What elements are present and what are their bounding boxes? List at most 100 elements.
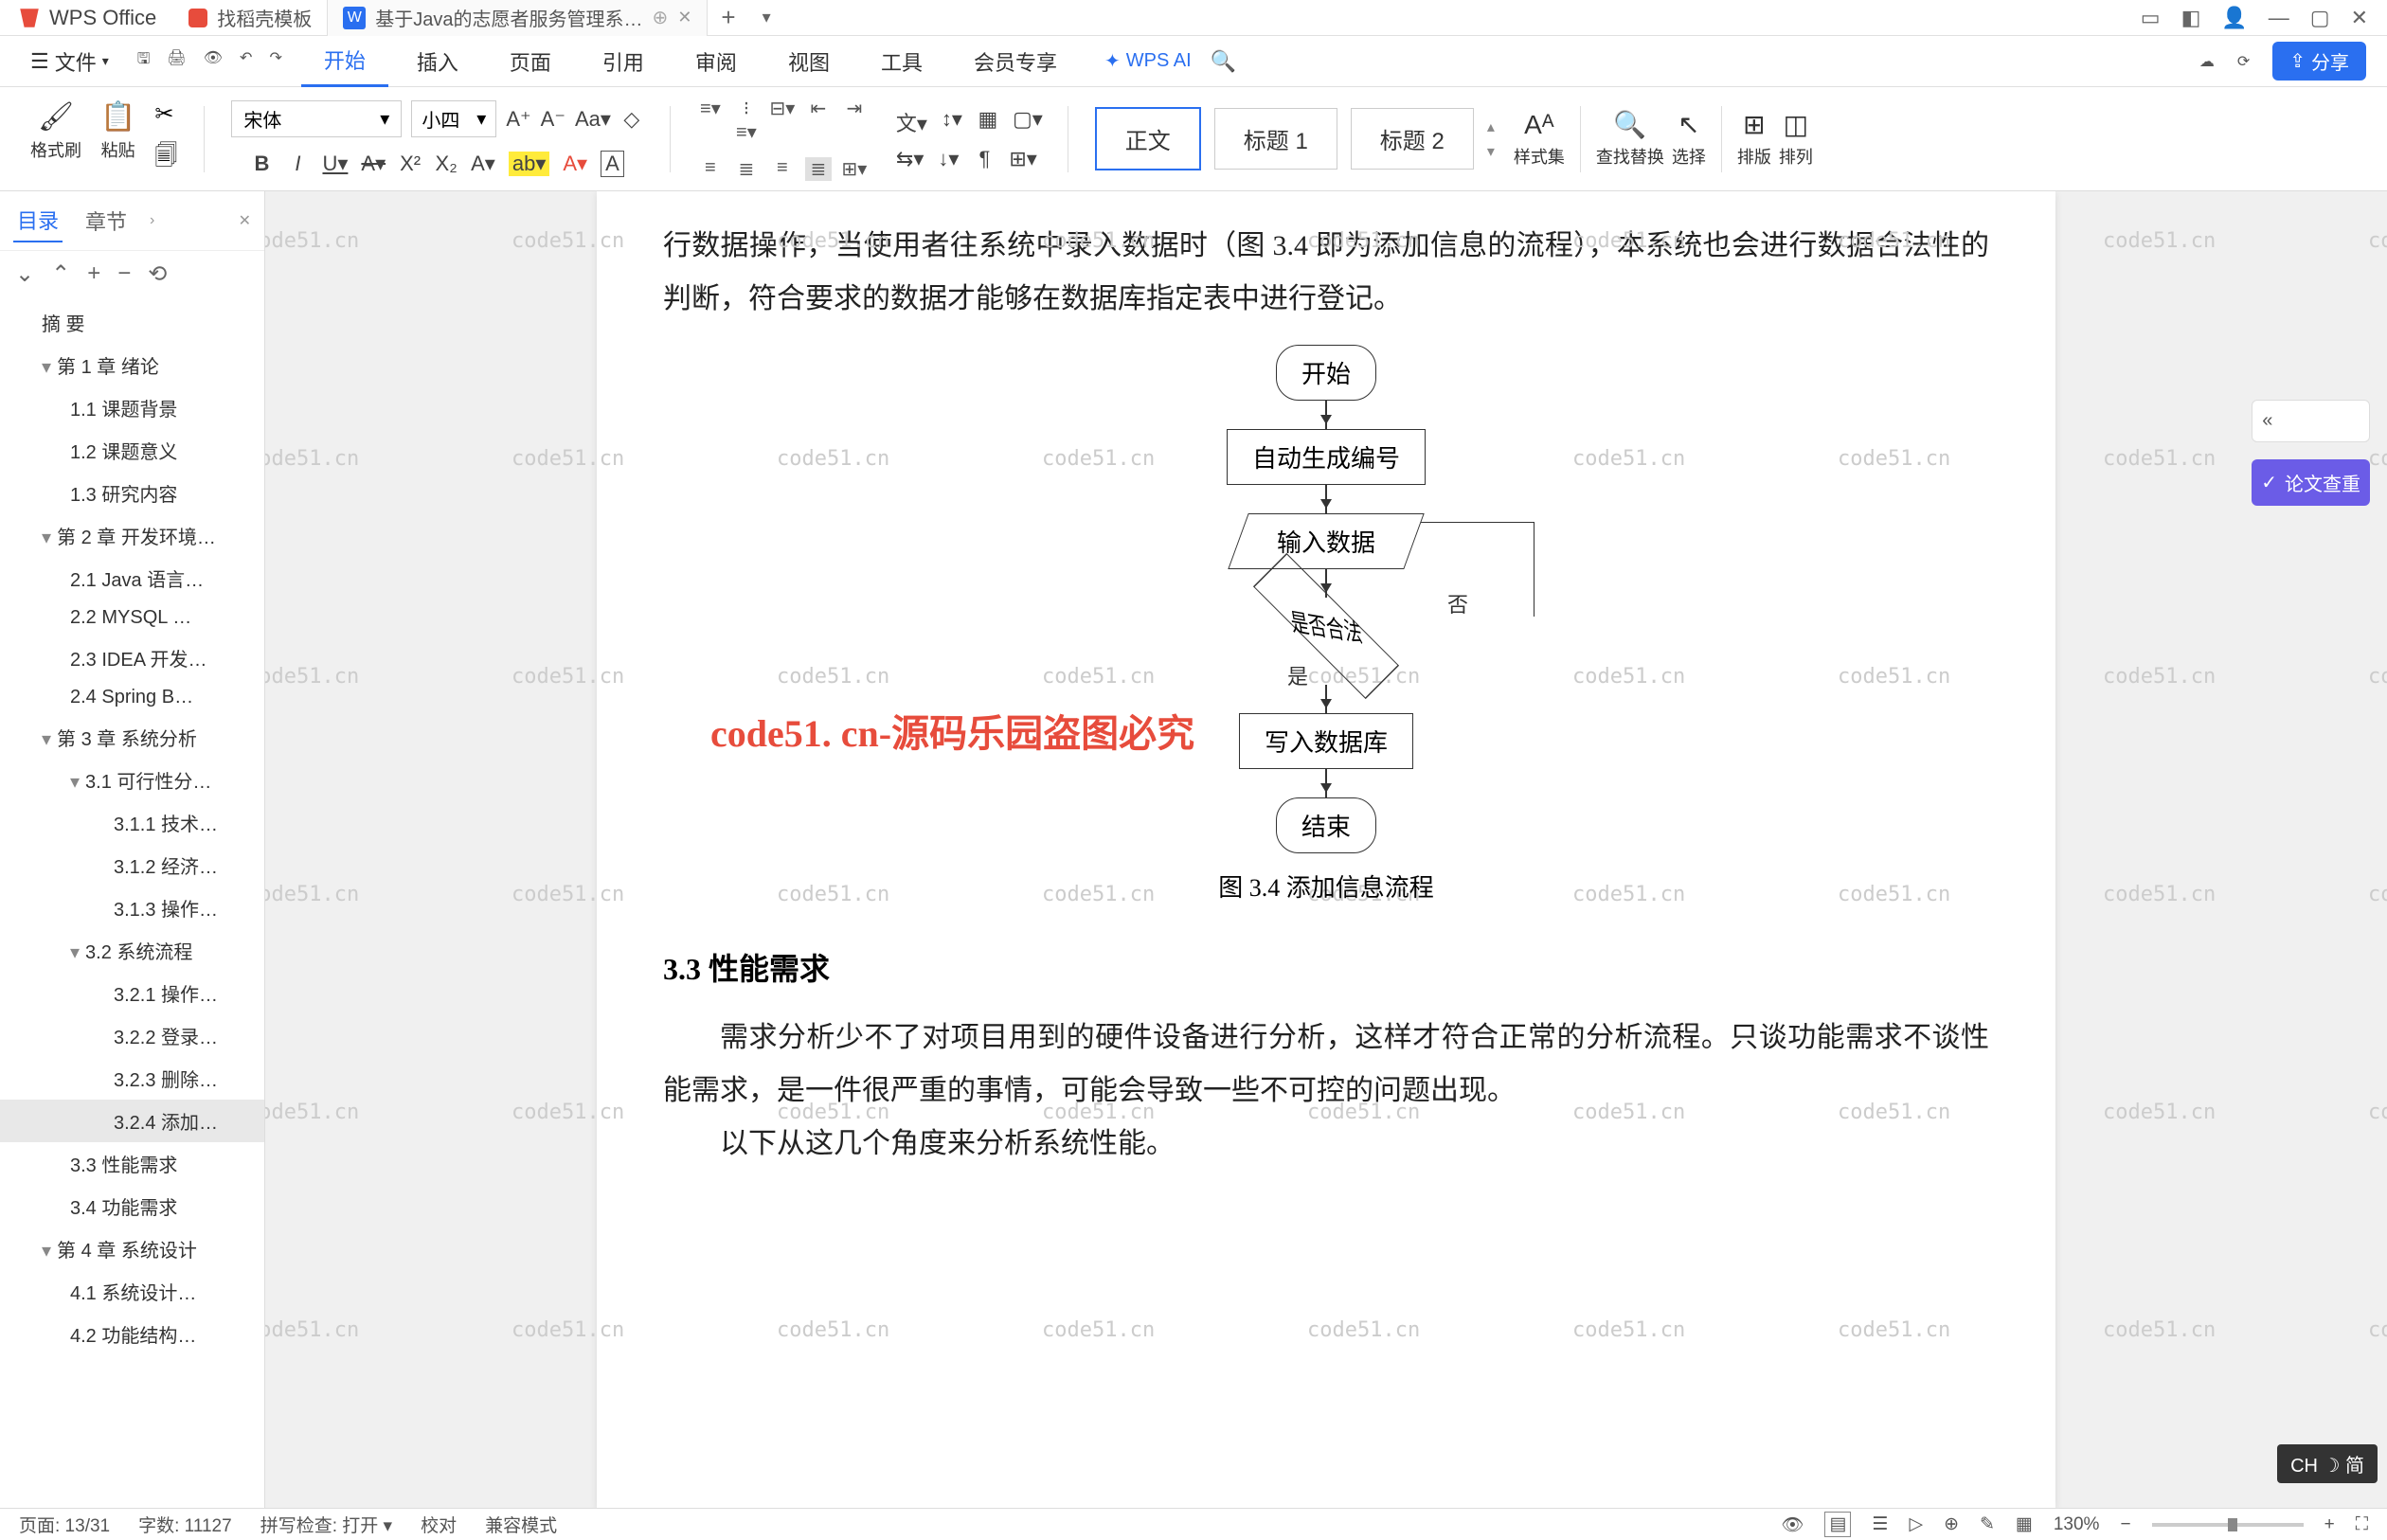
ime-indicator[interactable]: CH ☽ 简 (2277, 1444, 2378, 1483)
outline-item[interactable]: 3.2.4 添加… (0, 1100, 264, 1142)
outline-item[interactable]: ▾3.1 可行性分… (0, 759, 264, 801)
outline-item[interactable]: 3.3 性能需求 (0, 1142, 264, 1185)
font-color-button[interactable]: A▾ (471, 152, 495, 176)
menu-tab-reference[interactable]: 引用 (580, 36, 667, 87)
outline-item[interactable]: 4.1 系统设计… (0, 1270, 264, 1313)
outline-item[interactable]: 3.2.1 操作… (0, 972, 264, 1014)
superscript-button[interactable]: X² (399, 152, 422, 176)
line-spacing-icon[interactable]: ↕▾ (941, 107, 963, 137)
tab-dropdown-icon[interactable]: ▾ (749, 8, 784, 27)
select-button[interactable]: ↖ 选择 (1672, 109, 1706, 169)
outline-view-icon[interactable]: ☰ (1872, 1513, 1888, 1535)
bold-button[interactable]: B (250, 152, 273, 176)
search-icon[interactable]: 🔍 (1211, 49, 1236, 74)
remove-icon[interactable]: − (117, 260, 131, 288)
word-count[interactable]: 字数: 11127 (138, 1512, 232, 1537)
web-view-icon[interactable]: ⊕ (1944, 1513, 1959, 1535)
link-icon[interactable]: ⟲ (148, 260, 167, 288)
preview-icon[interactable]: 👁 (204, 48, 223, 74)
subscript-button[interactable]: X₂ (435, 152, 458, 176)
style-scroll-up-icon[interactable]: ▴ (1487, 117, 1495, 136)
style-body[interactable]: 正文 (1095, 107, 1201, 170)
proofing-status[interactable]: 校对 (421, 1512, 457, 1537)
increase-size-icon[interactable]: A⁺ (506, 107, 530, 132)
zoom-out-icon[interactable]: − (2120, 1514, 2130, 1535)
tab-current-document[interactable]: W 基于Java的志愿者服务管理系… ⊕ ✕ (328, 0, 708, 36)
avatar-icon[interactable]: 👤 (2221, 6, 2247, 30)
font-size-select[interactable]: 小四▾ (411, 100, 496, 137)
cloud-icon[interactable]: ☁ (2199, 52, 2215, 71)
print-icon[interactable]: 🖨 (167, 48, 186, 74)
outline-item[interactable]: 3.1.2 经济… (0, 844, 264, 886)
cube-icon[interactable]: ◧ (2181, 6, 2201, 30)
read-view-icon[interactable]: ▷ (1909, 1513, 1923, 1535)
wps-ai-button[interactable]: ✦ WPS AI (1104, 49, 1192, 73)
outline-item[interactable]: ▾第 3 章 系统分析 (0, 716, 264, 759)
distribute-icon[interactable]: ⊞▾ (841, 157, 868, 181)
outline-item[interactable]: 3.2.2 登录… (0, 1014, 264, 1057)
align-center-icon[interactable]: ≣ (733, 157, 760, 181)
share-button[interactable]: ⇪ 分享 (2272, 42, 2366, 81)
outline-item[interactable]: 2.4 Spring B… (0, 679, 264, 716)
layout-view-icon[interactable]: ▦ (2016, 1513, 2033, 1535)
cut-icon[interactable]: ✂ (154, 100, 177, 128)
italic-button[interactable]: I (286, 152, 309, 176)
font-family-select[interactable]: 宋体▾ (231, 100, 402, 137)
align-right-icon[interactable]: ≡ (769, 157, 796, 181)
underline-button[interactable]: U▾ (322, 152, 348, 176)
undo-icon[interactable]: ↶ (240, 48, 252, 74)
bullet-list-icon[interactable]: ≡▾ (697, 97, 724, 144)
expand-icon[interactable]: ⌃ (51, 260, 70, 288)
outline-item[interactable]: 3.1.1 技术… (0, 801, 264, 844)
style-scroll-down-icon[interactable]: ▾ (1487, 142, 1495, 161)
file-menu-button[interactable]: ☰ 文件 ▾ (21, 46, 118, 77)
outline-item[interactable]: 摘 要 (0, 301, 264, 344)
spell-check-status[interactable]: 拼写检查: 打开 ▾ (260, 1512, 392, 1537)
layout-icon[interactable]: ▭ (2141, 6, 2161, 30)
page-indicator[interactable]: 页面: 13/31 (19, 1512, 110, 1537)
zoom-slider[interactable] (2152, 1523, 2304, 1527)
sort-icon[interactable]: ↓▾ (937, 147, 960, 171)
outline-item[interactable]: ▾第 1 章 绪论 (0, 344, 264, 386)
shading-icon[interactable]: ▦ (977, 107, 999, 137)
document-area[interactable]: code51.cncode51.cncode51.cncode51.cncode… (265, 191, 2387, 1508)
menu-tab-member[interactable]: 会员专享 (951, 36, 1080, 87)
text-direction-icon[interactable]: 文▾ (896, 107, 927, 137)
tab-stop-icon[interactable]: ⇆▾ (896, 147, 924, 171)
menu-tab-home[interactable]: 开始 (301, 36, 388, 87)
outline-item[interactable]: 2.3 IDEA 开发… (0, 636, 264, 679)
increase-indent-icon[interactable]: ⇥ (841, 97, 868, 144)
find-replace-button[interactable]: 🔍 查找替换 (1596, 109, 1664, 169)
tab-close-icon[interactable]: ✕ (677, 8, 691, 27)
arrange-button[interactable]: ⊞ 排版 (1737, 109, 1771, 169)
outline-item[interactable]: ▾第 2 章 开发环境… (0, 514, 264, 557)
outline-item[interactable]: ▾第 4 章 系统设计 (0, 1227, 264, 1270)
add-tab-button[interactable]: + (708, 3, 748, 32)
outline-item[interactable]: 2.2 MYSQL … (0, 600, 264, 636)
page-view-icon[interactable]: ▤ (1824, 1512, 1851, 1537)
clear-format-icon[interactable]: ◇ (620, 107, 643, 132)
change-case-icon[interactable]: Aa▾ (575, 107, 611, 132)
redo-icon[interactable]: ↷ (269, 48, 281, 74)
menu-tab-review[interactable]: 审阅 (673, 36, 760, 87)
tab-template-store[interactable]: 找稻壳模板 (173, 0, 328, 36)
align-justify-icon[interactable]: ≣ (805, 157, 832, 181)
outline-item[interactable]: 1.1 课题背景 (0, 386, 264, 429)
text-effect-button[interactable]: A▾ (563, 152, 587, 176)
save-icon[interactable]: 🖫 (137, 48, 151, 74)
add-icon[interactable]: + (87, 260, 100, 288)
align-left-icon[interactable]: ≡ (697, 157, 724, 181)
outline-item[interactable]: 3.4 功能需求 (0, 1185, 264, 1227)
outline-item[interactable]: 3.1.3 操作… (0, 886, 264, 929)
paper-check-button[interactable]: ✓ 论文查重 (2252, 459, 2370, 506)
char-border-button[interactable]: A (601, 151, 624, 177)
zoom-in-icon[interactable]: + (2324, 1514, 2335, 1535)
highlight-button[interactable]: ab▾ (509, 152, 550, 176)
fit-page-icon[interactable]: ⛶ (2356, 1514, 2368, 1535)
outline-item[interactable]: 2.1 Java 语言… (0, 557, 264, 600)
style-set-button[interactable]: Aᴬ 样式集 (1514, 110, 1565, 169)
decrease-size-icon[interactable]: A⁻ (541, 107, 565, 132)
sync-icon[interactable]: ⟳ (2237, 52, 2250, 71)
outline-close-icon[interactable]: ✕ (239, 211, 251, 230)
number-list-icon[interactable]: ⁝≡▾ (733, 97, 760, 144)
